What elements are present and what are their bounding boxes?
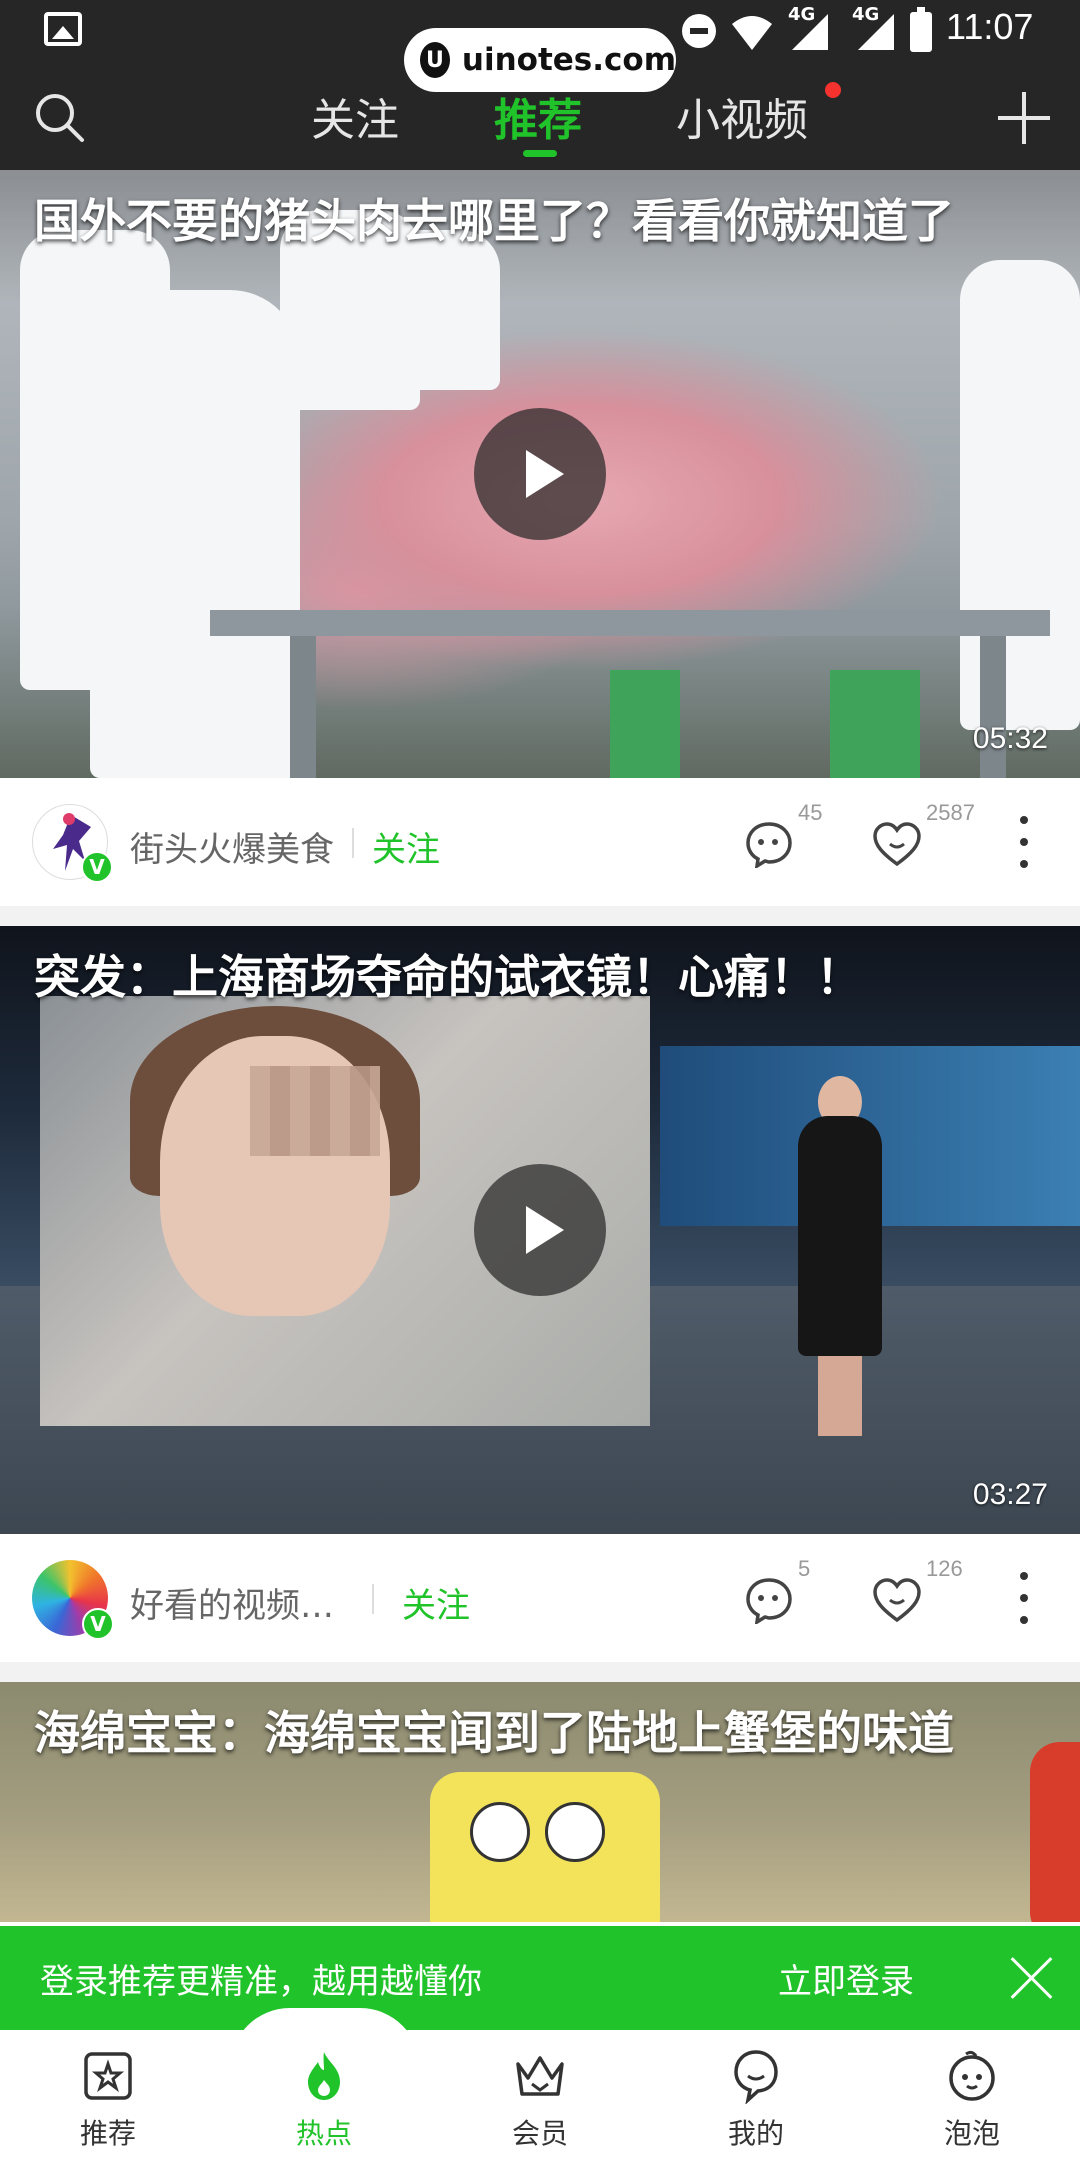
author-name[interactable]: 好看的视频精... (130, 1578, 362, 1627)
video-thumbnail[interactable]: 海绵宝宝：海绵宝宝闻到了陆地上蟹堡的味道 (0, 1682, 1080, 1922)
signal-icon-2 (858, 14, 894, 50)
tab-follow[interactable]: 关注 (311, 84, 399, 148)
login-now-button[interactable]: 立即登录 (778, 1954, 914, 2003)
comment-count: 45 (798, 800, 823, 825)
video-title: 突发：上海商场夺命的试衣镜！心痛！！ (34, 950, 862, 1004)
signal-icon-1 (792, 14, 828, 50)
play-icon[interactable] (474, 408, 606, 540)
follow-button[interactable]: 关注 (402, 1578, 470, 1627)
video-card[interactable]: 国外不要的猪头肉去哪里了？看看你就知道了 05:32 V 街头火爆美食 关注 4… (0, 170, 1080, 906)
crown-icon (516, 2056, 564, 2096)
nav-label: 泡泡 (943, 2117, 1000, 2150)
active-tab-indicator (523, 150, 557, 157)
nav-hot[interactable]: 热点 (216, 2030, 432, 2160)
top-tabs: 关注 推荐 小视频 (0, 70, 1080, 170)
flame-icon (308, 2052, 340, 2100)
tab-short-video[interactable]: 小视频 (676, 84, 808, 148)
video-duration: 05:32 (972, 722, 1048, 755)
notification-dot (825, 82, 841, 98)
comment-icon[interactable] (744, 820, 794, 868)
video-thumbnail[interactable]: 突发：上海商场夺命的试衣镜！心痛！！ 03:27 (0, 926, 1080, 1534)
search-icon[interactable] (32, 90, 86, 144)
battery-icon (910, 7, 932, 52)
nav-recommend[interactable]: 推荐 (0, 2030, 216, 2160)
nav-label: 我的 (727, 2117, 784, 2150)
video-duration: 03:27 (972, 1478, 1048, 1511)
do-not-disturb-icon (682, 14, 716, 48)
video-title: 海绵宝宝：海绵宝宝闻到了陆地上蟹堡的味道 (34, 1706, 954, 1760)
comment-count: 5 (798, 1556, 811, 1581)
clock: 11:07 (946, 6, 1034, 47)
follow-button[interactable]: 关注 (372, 822, 440, 871)
like-count: 2587 (926, 800, 975, 825)
gallery-icon (44, 12, 82, 46)
video-title: 国外不要的猪头肉去哪里了？看看你就知道了 (34, 194, 954, 248)
status-bar: U uinotes.com 4G 4G 11:07 (0, 0, 1080, 92)
video-card[interactable]: 突发：上海商场夺命的试衣镜！心痛！！ 03:27 V 好看的视频精... 关注 … (0, 926, 1080, 1662)
nav-bubble[interactable]: 泡泡 (864, 2030, 1080, 2160)
more-options-icon[interactable] (1018, 1572, 1030, 1628)
nav-mine[interactable]: 我的 (648, 2030, 864, 2160)
add-icon[interactable] (998, 92, 1050, 144)
verified-badge: V (82, 1608, 114, 1640)
profile-icon (734, 2050, 778, 2104)
close-icon[interactable] (1010, 1956, 1054, 2000)
star-box-icon (84, 2052, 132, 2100)
video-meta-row: V 好看的视频精... 关注 5 126 (0, 1534, 1080, 1662)
login-banner-message: 登录推荐更精准，越用越懂你 (40, 1962, 482, 2002)
nav-label: 热点 (295, 2117, 352, 2150)
avatar[interactable]: V (32, 804, 113, 883)
author-name[interactable]: 街头火爆美食 (130, 822, 334, 871)
comment-icon[interactable] (744, 1576, 794, 1624)
tab-recommend[interactable]: 推荐 (494, 84, 582, 148)
avatar[interactable]: V (32, 1560, 114, 1640)
nav-label: 会员 (511, 2117, 568, 2150)
wifi-icon (732, 16, 772, 50)
play-icon[interactable] (474, 1164, 606, 1296)
video-card[interactable]: 海绵宝宝：海绵宝宝闻到了陆地上蟹堡的味道 (0, 1682, 1080, 1926)
top-bar: U uinotes.com 4G 4G 11:07 关注 推荐 小视频 (0, 0, 1080, 170)
nav-label: 推荐 (79, 2117, 136, 2150)
like-icon[interactable] (872, 820, 922, 868)
bottom-nav: 推荐 热点 会员 我的 泡泡 (0, 2030, 1080, 2160)
like-count: 126 (926, 1556, 963, 1581)
more-options-icon[interactable] (1018, 816, 1030, 872)
like-icon[interactable] (872, 1576, 922, 1624)
bubble-face-icon (949, 2050, 995, 2101)
video-thumbnail[interactable]: 国外不要的猪头肉去哪里了？看看你就知道了 05:32 (0, 170, 1080, 778)
verified-badge: V (81, 851, 113, 883)
video-meta-row: V 街头火爆美食 关注 45 2587 (0, 778, 1080, 906)
login-banner: 登录推荐更精准，越用越懂你 立即登录 (0, 1926, 1080, 2030)
nav-member[interactable]: 会员 (432, 2030, 648, 2160)
